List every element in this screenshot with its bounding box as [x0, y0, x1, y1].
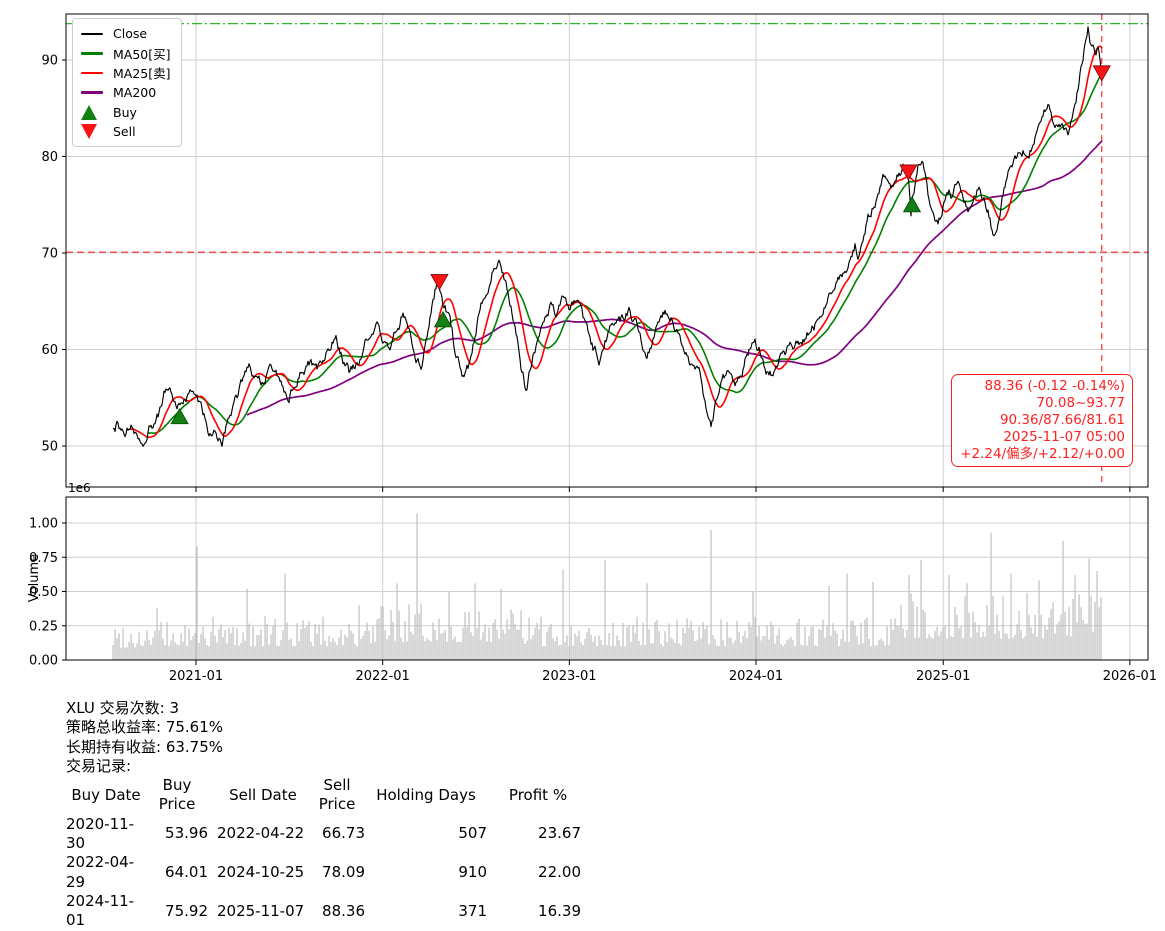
date-tick-label: 2021-01 — [169, 669, 223, 684]
cell: 23.67 — [538, 824, 581, 843]
date-tick-label: 2026-01 — [1103, 669, 1157, 684]
trade-table: Buy Date Buy Price Sell Date Sell Price … — [66, 776, 585, 930]
volume-offset-label: 1e6 — [68, 481, 91, 495]
tooltip-date-line: 2025-11-07 05:00 — [1003, 428, 1125, 445]
col-sell-price: Sell Price — [318, 776, 356, 814]
legend-item-ma50: MA50[买] — [81, 44, 173, 64]
cell: 78.09 — [322, 863, 365, 882]
col-profit-pct: Profit % — [508, 785, 568, 804]
sell-marker — [1092, 65, 1111, 82]
cell: 88.36 — [322, 901, 365, 920]
volume-axis-title: Volume — [27, 554, 42, 602]
ma50-line-swatch — [81, 52, 107, 55]
ma200-line-swatch — [81, 91, 107, 94]
legend-label: MA50[买] — [113, 46, 171, 62]
table-row: 2022-04-29 64.01 2024-10-25 78.09 910 22… — [66, 853, 585, 892]
price-tick-label: 60 — [41, 343, 58, 358]
cell: 371 — [458, 901, 487, 920]
strategy-return-line: 策略总收益率: 75.61% — [66, 718, 224, 737]
cell: 910 — [458, 863, 487, 882]
legend-item-buy: Buy — [81, 102, 173, 122]
cell: 2022-04-22 — [217, 824, 305, 843]
summary-stats: XLU 交易次数: 3 策略总收益率: 75.61% 长期持有收益: 63.75… — [66, 699, 585, 931]
sell-triangle-icon — [81, 124, 107, 140]
date-tick-label: 2022-01 — [356, 669, 410, 684]
strategy-chart-page: 50 60 70 80 90 0.00 0.25 0.50 0.75 1.00 2021-01 202… — [0, 0, 1165, 929]
sell-marker — [430, 274, 449, 291]
price-tick-label: 70 — [41, 247, 58, 262]
legend-label: MA25[卖] — [113, 66, 171, 82]
tooltip-price-line: 88.36 (-0.12 -0.14%) — [984, 378, 1125, 394]
trade-markers — [170, 65, 1111, 425]
table-row: 2020-11-30 53.96 2022-04-22 66.73 507 23… — [66, 815, 585, 854]
trade-log-title: 交易记录: — [66, 756, 132, 775]
crosshair-tooltip: 88.36 (-0.12 -0.14%) 70.08~93.77 90.36/8… — [951, 374, 1133, 467]
cell: 53.96 — [165, 824, 208, 843]
legend-item-sell: Sell — [81, 122, 173, 142]
hold-return-line: 长期持有收益: 63.75% — [66, 737, 224, 756]
buy-marker — [902, 196, 922, 213]
volume-plot-border — [65, 496, 1149, 661]
legend-label: MA200 — [113, 85, 157, 101]
cell: 22.00 — [538, 863, 581, 882]
legend-label: Sell — [113, 124, 136, 140]
legend: Close MA50[买] MA25[卖] MA200 Buy Sell — [72, 18, 182, 147]
date-tick-label: 2023-01 — [542, 669, 596, 684]
col-buy-date: Buy Date — [71, 785, 141, 804]
trade-count-line: XLU 交易次数: 3 — [66, 699, 179, 717]
cell: 75.92 — [165, 901, 208, 920]
date-tick-label: 2025-01 — [916, 669, 970, 684]
cell: 2024-11-01 — [66, 891, 135, 930]
volume-bars — [112, 513, 1102, 660]
volume-tick-label: 0.00 — [29, 654, 58, 669]
cell: 2024-10-25 — [217, 863, 305, 882]
cell: 64.01 — [165, 863, 208, 882]
cell: 16.39 — [538, 901, 581, 920]
close-line-swatch — [81, 32, 107, 36]
trade-table-header: Buy Date Buy Price Sell Date Sell Price … — [66, 776, 585, 815]
legend-item-ma200: MA200 — [81, 83, 173, 103]
tooltip-signal-line: +2.24/偏多/+2.12/+0.00 — [960, 445, 1125, 462]
price-tick-label: 80 — [41, 150, 58, 165]
col-buy-price: Buy Price — [158, 776, 196, 814]
price-tick-label: 50 — [41, 440, 58, 455]
legend-label: Close — [113, 26, 148, 42]
cell: 2022-04-29 — [66, 853, 135, 891]
cell: 66.73 — [322, 824, 365, 843]
ma25-line-swatch — [81, 71, 107, 75]
price-tick-label: 90 — [41, 54, 58, 69]
date-tick-label: 2024-01 — [729, 669, 783, 684]
volume-tick-label: 0.25 — [29, 619, 58, 634]
buy-triangle-icon — [81, 104, 107, 120]
tooltip-range-line: 70.08~93.77 — [1036, 394, 1125, 411]
cell: 2020-11-30 — [66, 814, 135, 853]
cell: 2025-11-07 — [217, 901, 305, 920]
table-row: 2024-11-01 75.92 2025-11-07 88.36 371 16… — [66, 892, 585, 931]
cell: 507 — [458, 824, 487, 843]
legend-label: Buy — [113, 104, 137, 120]
sell-marker — [899, 164, 918, 181]
legend-item-close: Close — [81, 24, 173, 44]
volume-tick-label: 1.00 — [29, 517, 58, 532]
col-holding-days: Holding Days — [376, 785, 476, 804]
col-sell-date: Sell Date — [229, 785, 297, 804]
legend-item-ma25: MA25[卖] — [81, 63, 173, 83]
tooltip-ma-line: 90.36/87.66/81.61 — [999, 411, 1125, 428]
